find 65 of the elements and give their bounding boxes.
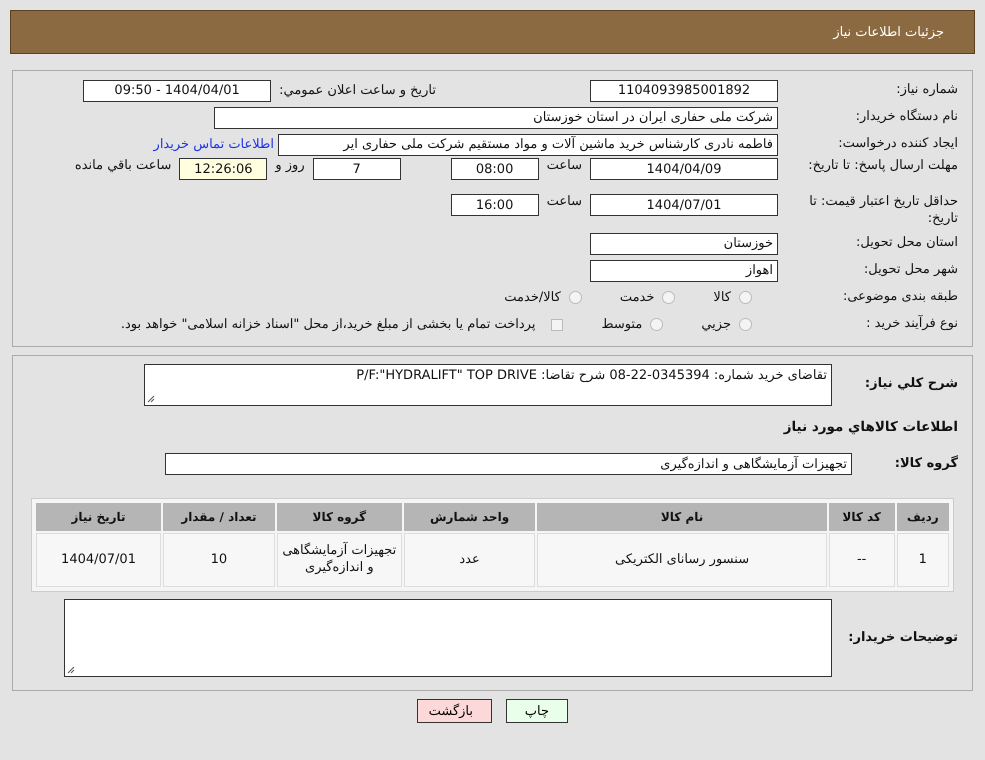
table-cell: سنسور رسانای الکتریکی [537,533,827,587]
column-header: گروه کالا [276,503,402,531]
buyer-notes-textarea[interactable] [64,599,832,677]
field-label: شماره نیاز: [895,82,958,99]
need-number-field: 1104093985001892 [590,80,778,102]
table-cell: 1404/07/01 [36,533,162,587]
goods-group-field: تجهیزات آزمایشگاهی و اندازه‌گیری [165,453,852,475]
validity-time-field: 16:00 [450,194,539,216]
field-label: نام دستگاه خریدار: [854,109,958,126]
field-label: تاریخ و ساعت اعلان عمومي: [279,83,436,98]
field-label: طبقه بندی موضوعی: [842,289,958,306]
deadline-time-field: 08:00 [450,158,539,180]
column-header: ردیف [896,503,949,531]
radio-label: متوسط [601,317,642,332]
radio-label: کالا/خدمت [504,290,561,305]
radio-label: کالا [713,290,731,305]
description-textarea[interactable]: تقاضای خرید شماره: 0345394-22-08 شرح تقاضا: P/F:"HYDRALIFT" TOP DRIVE [144,364,832,406]
remaining-time-field: 12:26:06 [179,158,268,180]
field-label: نوع فرآیند خرید : [865,316,958,333]
resize-grip-icon[interactable] [67,666,75,674]
radio-label: جزيي [701,317,731,332]
field-label: ساعت [546,158,582,173]
field-label: مهلت ارسال پاسخ: تا تاریخ: [807,158,958,175]
radio-button[interactable] [568,291,582,304]
table-cell: 1 [896,533,949,587]
column-header: تاریخ نیاز [36,503,162,531]
validity-date-field: 1404/07/01 [590,194,778,216]
radio-button[interactable] [739,318,752,331]
table-cell: تجهیزات آزمایشگاهی و اندازه‌گیری [276,533,402,587]
requester-field: فاطمه نادری کارشناس خرید ماشین آلات و مواد مستقیم شرکت ملی حفاری ایر [278,134,778,156]
radio-button[interactable] [662,291,676,304]
table-cell: عدد [404,533,536,587]
table-cell: 10 [163,533,275,587]
back-button[interactable]: بازگشت [417,699,492,723]
buyer-contact-link[interactable]: اطلاعات تماس خریدار [154,137,274,152]
announce-date-field: 1404/04/01 - 09:50 [83,80,272,102]
city-field: اهواز [590,260,778,282]
table-cell: -- [828,533,895,587]
field-label: حداقل تاریخ اعتبار قیمت: تا تاریخ: [808,194,958,228]
checkbox[interactable] [551,318,564,330]
section-heading: اطلاعات کالاهاي مورد نیاز [784,419,958,435]
field-label: ایجاد کننده درخواست: [837,136,958,153]
column-header: تعداد / مقدار [163,503,275,531]
field-label: شهر محل تحویل: [862,262,958,279]
radio-label: خدمت [620,290,654,305]
radio-button[interactable] [650,318,664,331]
field-label: استان محل تحویل: [855,235,958,252]
buyer-org-field: شرکت ملی حفاری ایران در استان خوزستان [214,106,778,128]
province-field: خوزستان [590,232,778,254]
radio-button[interactable] [739,291,752,304]
page-title: جزئیات اطلاعات نیاز [833,24,944,40]
field-label: توضیحات خریدار: [847,630,958,646]
field-label: روز و [275,158,305,173]
resize-grip-icon[interactable] [147,395,155,403]
print-button[interactable]: چاپ [506,699,568,723]
field-label: شرح کلي نیاز: [864,375,958,393]
column-header: کد کالا [828,503,895,531]
field-label: ساعت باقي مانده [74,158,172,173]
column-header: واحد شمارش [404,503,536,531]
column-header: نام کالا [537,503,827,531]
deadline-date-field: 1404/04/09 [590,158,778,180]
field-label: ساعت [546,194,582,209]
days-field: 7 [312,158,401,180]
field-label: گروه کالا: [894,456,958,472]
payment-note: پرداخت تمام یا بخشی از مبلغ خرید،از محل "اسناد خزانه اسلامی" خواهد بود. [120,317,536,332]
